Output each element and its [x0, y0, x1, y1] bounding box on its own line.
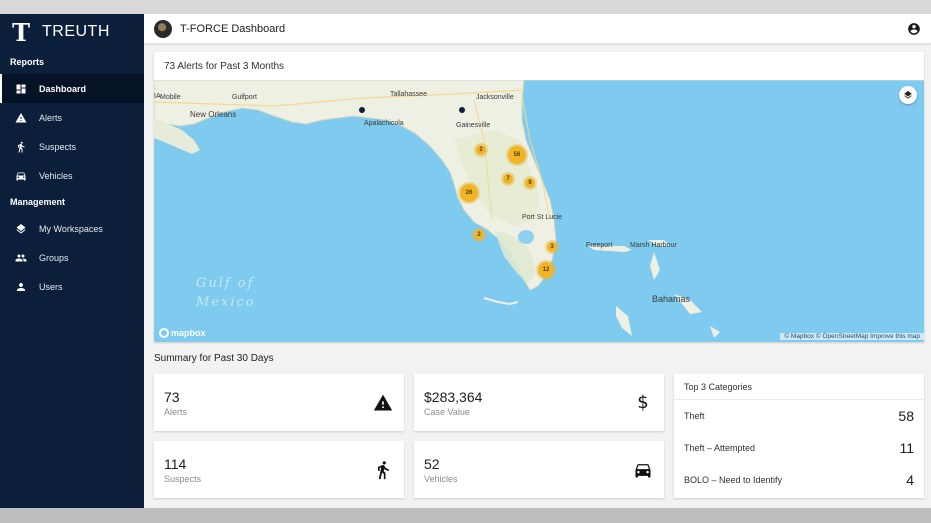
category-name: Theft – Attempted [684, 443, 756, 453]
person-icon [14, 280, 28, 294]
map-cluster[interactable]: 2 [474, 143, 488, 157]
sidebar-item-suspects[interactable]: Suspects [0, 132, 144, 161]
vehicles-label: Vehicles [424, 473, 458, 484]
section-label-management: Management [10, 197, 66, 207]
warning-icon [14, 111, 28, 125]
case-value-label: Case Value [424, 406, 470, 417]
map-attribution[interactable]: © Mapbox © OpenStreetMap Improve this ma… [780, 333, 924, 340]
section-label-reports: Reports [10, 57, 45, 67]
avatar[interactable] [154, 19, 172, 38]
vehicles-count: 52 [424, 455, 440, 472]
app-window: T TREUTH Reports Dashboard Alerts Suspec… [0, 14, 931, 508]
suspects-label: Suspects [164, 473, 202, 484]
layers-icon [14, 222, 28, 236]
category-name: BOLO – Need to Identify [684, 475, 783, 485]
sidebar-item-label: Alerts [39, 112, 63, 123]
map-cluster[interactable]: 2 [472, 228, 486, 242]
sidebar-item-label: Users [39, 281, 63, 292]
dashboard-icon [14, 82, 28, 96]
vehicles-stat-card[interactable]: 52 Vehicles [414, 441, 664, 498]
map-label: Marsh Harbour [630, 242, 677, 249]
category-row[interactable]: Theft 58 [674, 400, 924, 432]
sidebar-item-label: Groups [39, 252, 69, 263]
alerts-label: Alerts [164, 406, 188, 417]
groups-icon [14, 251, 28, 265]
warning-icon [372, 392, 394, 414]
sidebar-item-label: Dashboard [39, 83, 87, 94]
sidebar-item-groups[interactable]: Groups [0, 243, 144, 272]
map-cluster[interactable]: 3 [545, 240, 559, 254]
map-basemap [154, 80, 924, 338]
top-categories-card: Top 3 Categories Theft 58 Theft – Attemp… [674, 374, 924, 498]
sidebar-item-users[interactable]: Users [0, 272, 144, 301]
alerts-map[interactable]: IA Mobile Gulfport New Orleans Tallahass… [154, 80, 924, 342]
map-label: Apalachicola [364, 120, 404, 127]
map-pin[interactable] [359, 107, 365, 113]
running-person-icon [14, 140, 28, 154]
map-pin[interactable] [459, 107, 465, 113]
gulf-label: Gulf of Mexico [196, 276, 256, 310]
map-label: Jacksonville [476, 94, 514, 101]
mapbox-logo-icon [159, 328, 169, 338]
sidebar-item-alerts[interactable]: Alerts [0, 103, 144, 132]
dashboard-content: 73 Alerts for Past 3 Months IA Mobile Gu… [144, 44, 931, 508]
map-cluster[interactable]: 7 [501, 172, 515, 186]
mapbox-logo[interactable]: mapbox [159, 328, 206, 338]
map-cluster[interactable]: 9 [523, 176, 537, 190]
layers-icon [904, 90, 912, 99]
sidebar-item-dashboard[interactable]: Dashboard [0, 74, 144, 103]
map-cluster[interactable]: 56 [506, 144, 528, 166]
summary-title: Summary for Past 30 Days [154, 353, 274, 364]
category-name: Theft [684, 411, 705, 421]
alerts-stat-card[interactable]: 73 Alerts [154, 374, 404, 431]
map-cluster[interactable]: 12 [536, 260, 556, 280]
map-label: Tallahassee [390, 91, 427, 98]
car-icon [14, 169, 28, 183]
brand-name: TREUTH [42, 23, 110, 40]
topbar: T-FORCE Dashboard [144, 14, 931, 44]
category-count: 4 [906, 472, 914, 488]
suspects-stat-card[interactable]: 114 Suspects [154, 441, 404, 498]
sidebar-item-my-workspaces[interactable]: My Workspaces [0, 214, 144, 243]
sidebar: T TREUTH Reports Dashboard Alerts Suspec… [0, 14, 144, 508]
map-label: New Orleans [190, 110, 237, 119]
map-label: Bahamas [652, 294, 691, 304]
case-value-stat-card[interactable]: $283,364 Case Value $ [414, 374, 664, 431]
account-circle-icon[interactable] [907, 22, 921, 36]
sidebar-item-label: Vehicles [39, 170, 73, 181]
sidebar-item-vehicles[interactable]: Vehicles [0, 161, 144, 190]
category-row[interactable]: BOLO – Need to Identify 4 [674, 464, 924, 496]
map-title: 73 Alerts for Past 3 Months [164, 60, 285, 72]
map-label: Port St Lucie [522, 214, 563, 221]
category-row[interactable]: Theft – Attempted 11 [674, 432, 924, 464]
map-label: Mobile [160, 94, 181, 101]
case-value-amount: $283,364 [424, 388, 483, 405]
alerts-count: 73 [164, 388, 180, 405]
main-area: T-FORCE Dashboard 73 Alerts for Past 3 M… [144, 14, 931, 508]
treuth-logo-icon: T [12, 17, 30, 47]
map-label: Freeport [586, 242, 613, 249]
map-cluster[interactable]: 26 [458, 182, 480, 204]
dollar-icon: $ [637, 392, 649, 413]
brand[interactable]: T TREUTH [0, 14, 144, 50]
map-layers-button[interactable] [899, 86, 917, 104]
category-count: 11 [899, 440, 914, 456]
alerts-map-card: 73 Alerts for Past 3 Months IA Mobile Gu… [154, 52, 924, 342]
map-label: Gainesville [456, 122, 491, 129]
suspects-count: 114 [164, 455, 187, 472]
page-title: T-FORCE Dashboard [180, 22, 286, 35]
top-categories-title: Top 3 Categories [674, 374, 924, 400]
running-person-icon [372, 459, 394, 481]
category-count: 58 [898, 408, 914, 424]
sidebar-item-label: Suspects [39, 141, 77, 152]
summary-cards: 73 Alerts 114 Suspects $283,364 Case Val… [154, 374, 924, 498]
car-icon [632, 459, 654, 481]
sidebar-item-label: My Workspaces [39, 223, 103, 234]
map-label: Gulfport [232, 94, 257, 101]
